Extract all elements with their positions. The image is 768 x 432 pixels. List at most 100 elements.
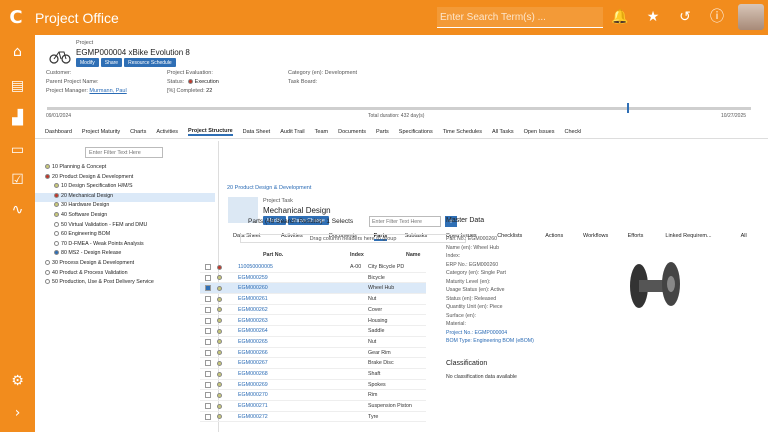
tab-open-issues[interactable]: Open Issues xyxy=(524,129,555,135)
tree-filter-input[interactable] xyxy=(85,147,163,158)
row-checkbox[interactable] xyxy=(205,338,211,345)
table-row[interactable]: EGM000272 Tyre xyxy=(200,412,426,423)
tab-data-sheet[interactable]: Data Sheet xyxy=(243,129,271,135)
resource-schedule-button[interactable]: Resource Schedule xyxy=(124,58,176,67)
parts-filter-input[interactable] xyxy=(369,216,441,227)
tab-audit-trail[interactable]: Audit Trail xyxy=(280,129,304,135)
tree-item[interactable]: 20 Product Design & Development xyxy=(35,174,215,183)
row-checkbox[interactable] xyxy=(205,317,211,324)
task-tab[interactable]: Checklists xyxy=(497,233,522,239)
row-checkbox[interactable] xyxy=(205,349,211,356)
table-row[interactable]: EGM000271 Suspension Piston xyxy=(200,401,426,412)
task-tab[interactable]: Linked Requirem... xyxy=(665,233,711,239)
star-icon[interactable]: ★ xyxy=(644,8,662,26)
info-icon[interactable]: ⓘ xyxy=(708,8,726,26)
table-row[interactable]: EGM000270 Rim xyxy=(200,390,426,402)
task-breadcrumb[interactable]: 20 Product Design & Development xyxy=(227,185,311,191)
row-checkbox[interactable] xyxy=(205,392,211,399)
row-checkbox[interactable] xyxy=(205,360,211,367)
app-logo[interactable]: C xyxy=(0,0,32,35)
tree-item[interactable]: 60 Engineering BOM xyxy=(35,231,215,240)
user-avatar[interactable] xyxy=(738,4,764,30)
gear-icon[interactable]: ⚙ xyxy=(0,366,35,396)
header-part-no[interactable]: Part No. xyxy=(263,252,283,260)
tree-item[interactable]: 20 Mechanical Design xyxy=(35,192,215,202)
header-index[interactable]: Index xyxy=(350,252,364,260)
part-no-link[interactable]: 110050000005 xyxy=(238,264,273,270)
part-no-link[interactable]: EGM000262 xyxy=(238,307,268,313)
part-no-link[interactable]: EGM000263 xyxy=(238,318,268,324)
inbox-icon[interactable]: ▭ xyxy=(0,135,35,165)
table-row[interactable]: EGM000269 Spokes xyxy=(200,380,426,391)
tree-item[interactable]: 50 Production, Use & Post Delivery Servi… xyxy=(35,279,215,288)
tree-item[interactable]: 10 Planning & Concept xyxy=(35,164,215,173)
tree-item[interactable]: 80 MS2 - Design Release xyxy=(35,250,215,259)
row-checkbox[interactable] xyxy=(205,371,211,377)
table-row[interactable]: EGM000262 Cover xyxy=(200,305,426,316)
tree-item[interactable]: 30 Hardware Design xyxy=(35,202,215,211)
row-checkbox[interactable] xyxy=(205,328,211,335)
document-icon[interactable]: ▤ xyxy=(0,71,35,101)
group-drop-zone[interactable]: Drag column headers here to group xyxy=(240,234,466,243)
tab-project-maturity[interactable]: Project Maturity xyxy=(82,129,120,135)
row-checkbox[interactable] xyxy=(205,296,211,303)
row-checkbox[interactable] xyxy=(205,264,211,270)
tab-time-schedules[interactable]: Time Schedules xyxy=(443,129,482,135)
tree-item[interactable]: 30 Process Design & Development xyxy=(35,260,215,269)
checkbox-icon[interactable]: ☑ xyxy=(0,165,35,195)
table-row[interactable]: EGM000265 Nut xyxy=(200,337,426,348)
tab-checklists[interactable]: Checkl xyxy=(564,129,581,135)
row-checkbox[interactable] xyxy=(205,413,211,420)
tree-item[interactable]: 70 D-FMEA - Weak Points Analysis xyxy=(35,241,215,250)
task-tab[interactable]: Actions xyxy=(545,233,563,239)
header-name[interactable]: Name xyxy=(406,252,420,260)
table-row[interactable]: EGM000266 Gear Rim xyxy=(200,348,426,359)
table-row[interactable]: EGM000260 Wheel Hub xyxy=(200,283,426,295)
row-checkbox[interactable] xyxy=(205,381,211,388)
part-no-link[interactable]: EGM000266 xyxy=(238,350,268,356)
manager-link[interactable]: Murmann, Paul xyxy=(89,88,126,94)
pulse-icon[interactable]: ∿ xyxy=(0,195,35,225)
tab-parts[interactable]: Parts xyxy=(376,129,389,135)
tab-dashboard[interactable]: Dashboard xyxy=(45,129,72,135)
modify-button[interactable]: Modify xyxy=(76,58,99,67)
tab-specifications[interactable]: Specifications xyxy=(399,129,433,135)
part-no-link[interactable]: EGM000271 xyxy=(238,403,268,409)
part-no-link[interactable]: EGM000272 xyxy=(238,414,268,420)
tab-team[interactable]: Team xyxy=(315,129,328,135)
share-button[interactable]: Share xyxy=(100,58,123,67)
task-tab[interactable]: Efforts xyxy=(628,233,644,239)
part-no-link[interactable]: EGM000261 xyxy=(238,296,268,302)
table-row[interactable]: EGM000263 Housing xyxy=(200,316,426,327)
tree-item[interactable]: 40 Product & Process Validation xyxy=(35,270,215,279)
part-no-link[interactable]: EGM000268 xyxy=(238,371,268,377)
row-checkbox[interactable] xyxy=(205,403,211,410)
table-row[interactable]: EGM000264 Saddle xyxy=(200,326,426,337)
master-data-field[interactable]: BOM Type: Engineering BOM (eBOM) xyxy=(446,338,534,344)
part-no-link[interactable]: EGM000269 xyxy=(238,382,268,388)
table-row[interactable]: EGM000261 Nut xyxy=(200,294,426,305)
row-checkbox[interactable] xyxy=(205,285,211,292)
bell-icon[interactable]: 🔔 xyxy=(611,8,629,26)
part-no-link[interactable]: EGM000264 xyxy=(238,328,268,334)
tab-charts[interactable]: Charts xyxy=(130,129,146,135)
global-search-input[interactable] xyxy=(437,7,603,28)
table-row[interactable]: 110050000005 A-00 City Bicycle PD xyxy=(200,262,426,273)
row-checkbox[interactable] xyxy=(205,306,211,313)
tab-documents[interactable]: Documents xyxy=(338,129,366,135)
tab-all-tasks[interactable]: All Tasks xyxy=(492,129,514,135)
part-no-link[interactable]: EGM000267 xyxy=(238,360,268,366)
task-tab[interactable]: Workflows xyxy=(583,233,608,239)
table-row[interactable]: EGM000267 Brake Disc xyxy=(200,358,426,369)
part-no-link[interactable]: EGM000265 xyxy=(238,339,268,345)
master-data-field[interactable]: Project No.: EGMP000004 xyxy=(446,330,507,336)
chart-icon[interactable]: ▟ xyxy=(0,103,35,133)
task-tab[interactable]: All xyxy=(741,233,747,239)
table-row[interactable]: EGM000259 Bicycle xyxy=(200,273,426,284)
tab-activities[interactable]: Activities xyxy=(156,129,178,135)
table-row[interactable]: EGM000268 Shaft xyxy=(200,369,426,380)
part-no-link[interactable]: EGM000259 xyxy=(238,275,268,281)
tree-item[interactable]: 50 Virtual Validation - FEM and DMU xyxy=(35,222,215,231)
home-icon[interactable]: ⌂ xyxy=(0,37,35,67)
history-icon[interactable]: ↺ xyxy=(676,8,694,26)
